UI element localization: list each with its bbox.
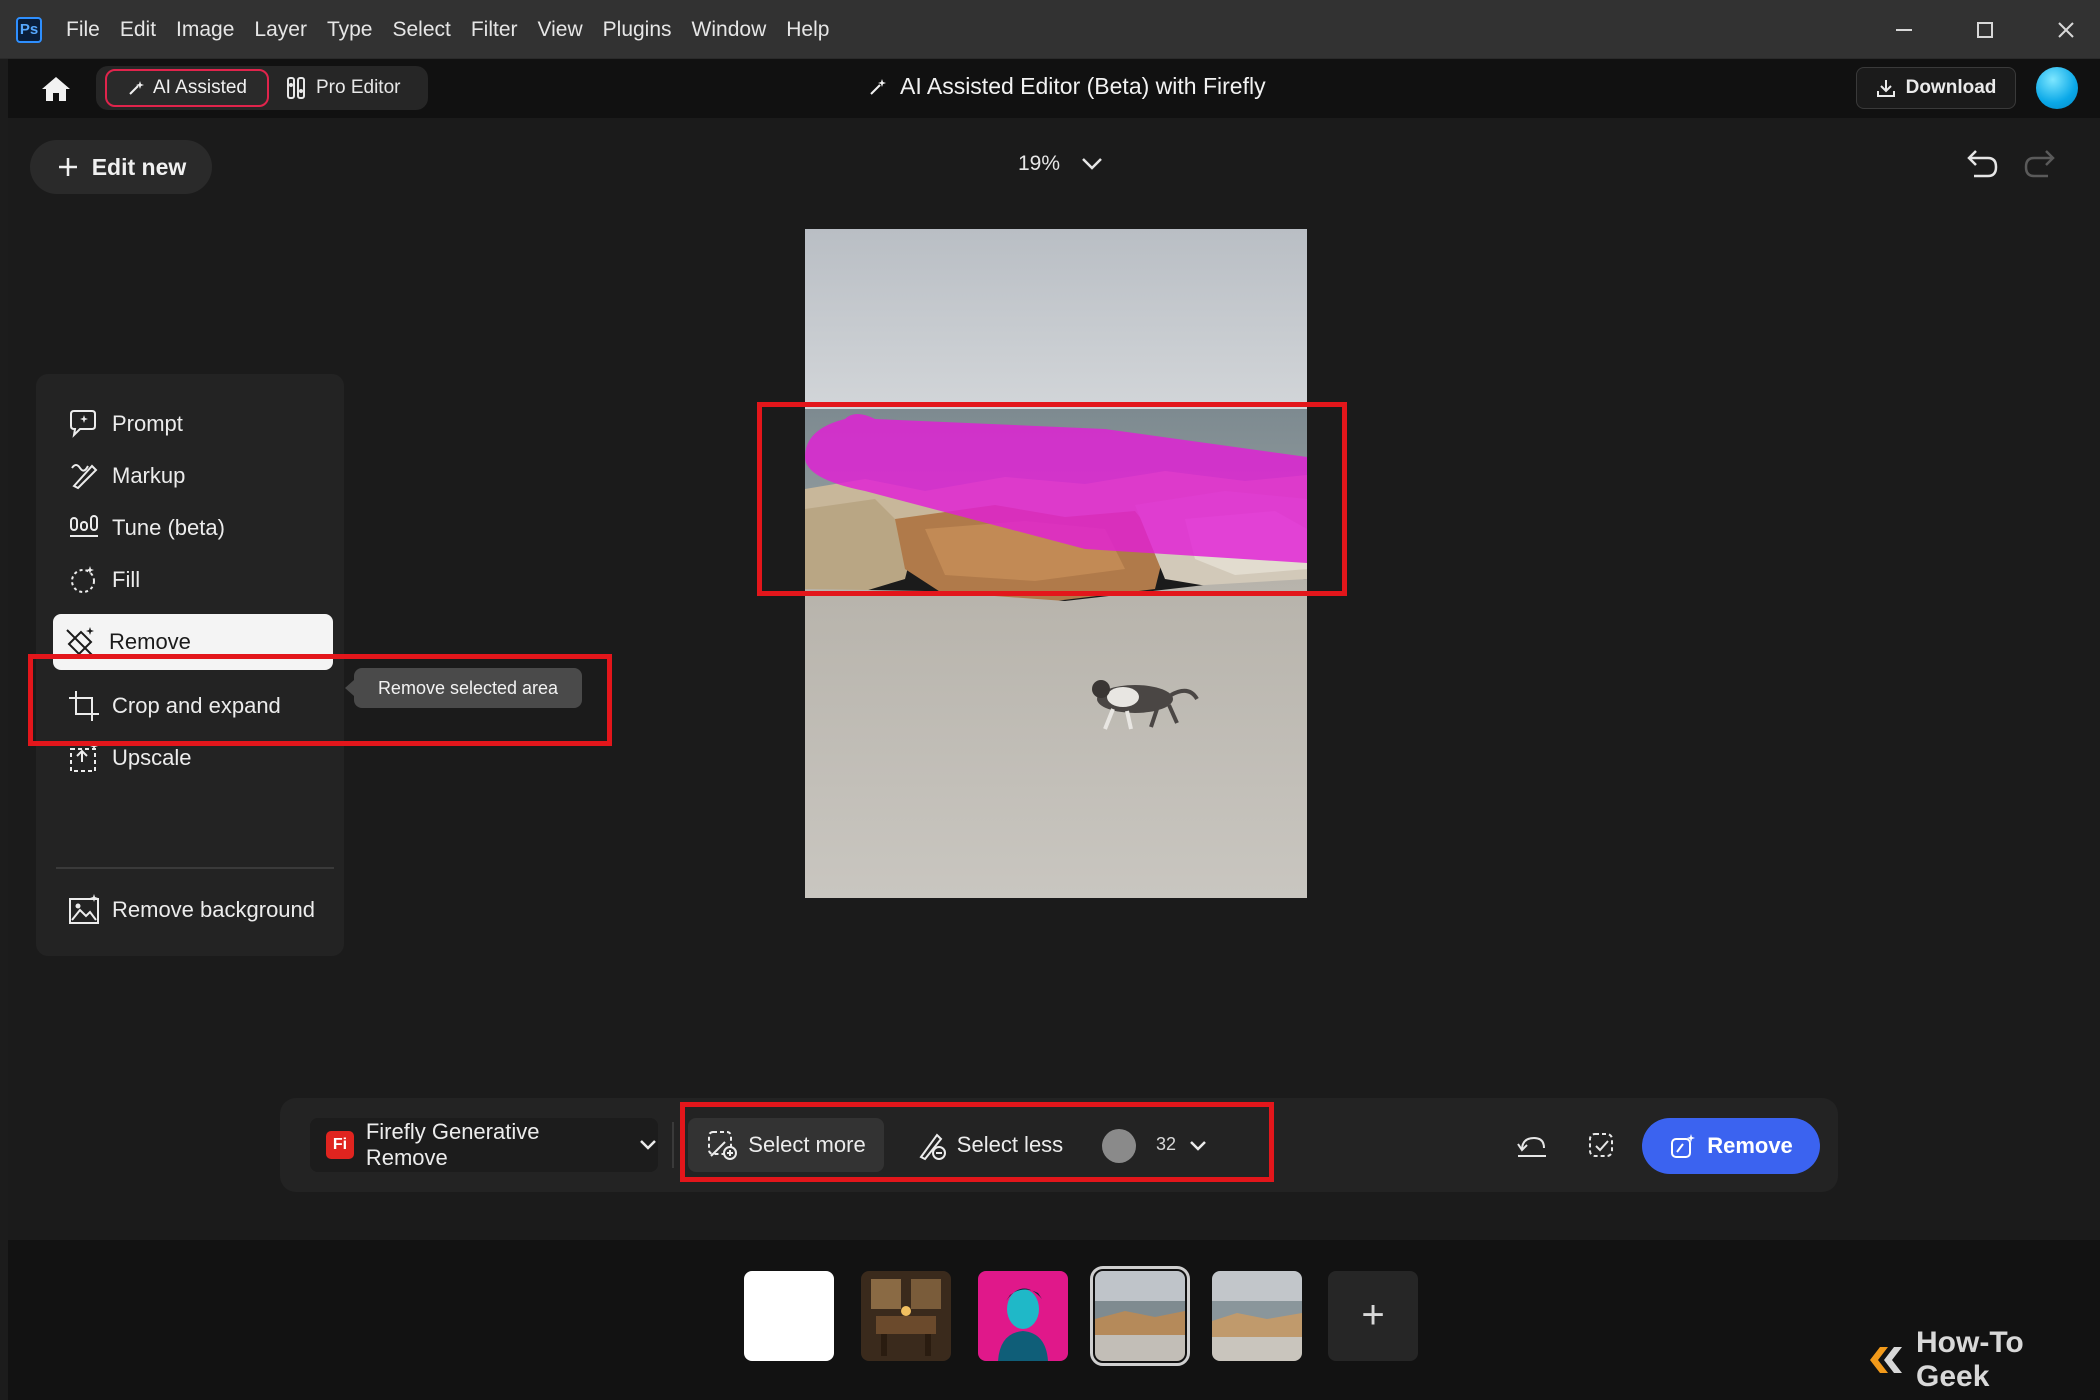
- download-label: Download: [1905, 77, 1997, 98]
- tool-tune[interactable]: Tune (beta): [56, 500, 334, 556]
- watermark: How-To Geek: [1866, 1326, 2100, 1394]
- avatar[interactable]: [2036, 67, 2078, 109]
- tool-label: Upscale: [112, 745, 192, 770]
- remove-background-icon: [66, 892, 102, 928]
- sparkle-icon: [868, 77, 888, 97]
- workspace: Edit new 19% Prompt Markup Tune (beta) F…: [8, 118, 2100, 1240]
- zoom-control[interactable]: 19%: [1018, 152, 1104, 176]
- model-dropdown[interactable]: Fi Firefly Generative Remove: [310, 1118, 658, 1172]
- edit-new-button[interactable]: Edit new: [30, 140, 212, 194]
- reset-selection-icon[interactable]: [1514, 1128, 1550, 1164]
- ai-assisted-tab[interactable]: AI Assisted: [105, 69, 269, 107]
- page-title: AI Assisted Editor (Beta) with Firefly: [868, 73, 1266, 100]
- markup-icon: [66, 458, 102, 494]
- prompt-icon: [66, 406, 102, 442]
- generate-icon: [1669, 1132, 1697, 1160]
- menu-select[interactable]: Select: [392, 18, 450, 42]
- panel-divider: [56, 867, 334, 869]
- remove-button-label: Remove: [1707, 1133, 1793, 1158]
- title-bar: Ps File Edit Image Layer Type Select Fil…: [0, 0, 2100, 59]
- maximize-icon[interactable]: [1965, 10, 2005, 50]
- thumbnail-dining-room[interactable]: [861, 1271, 951, 1361]
- app-header: AI Assisted Pro Editor AI Assisted Edito…: [8, 59, 2100, 118]
- pro-editor-label: Pro Editor: [316, 77, 401, 98]
- ai-assisted-label: AI Assisted: [153, 77, 247, 98]
- close-icon[interactable]: [2046, 10, 2086, 50]
- tool-label: Remove: [109, 629, 191, 654]
- tool-label: Tune (beta): [112, 515, 225, 540]
- menu-type[interactable]: Type: [327, 18, 373, 42]
- remove-button[interactable]: Remove: [1642, 1118, 1820, 1174]
- redo-icon[interactable]: [2022, 148, 2062, 184]
- menu-plugins[interactable]: Plugins: [603, 18, 672, 42]
- undo-icon[interactable]: [1960, 148, 2000, 184]
- zoom-level: 19%: [1018, 152, 1061, 175]
- watermark-text: How-To Geek: [1916, 1326, 2024, 1393]
- menu-file[interactable]: File: [66, 18, 100, 42]
- minimize-icon[interactable]: [1884, 10, 1924, 50]
- tool-label: Markup: [112, 463, 186, 488]
- menu-filter[interactable]: Filter: [471, 18, 518, 42]
- firefly-logo: Fi: [326, 1131, 354, 1159]
- home-icon[interactable]: [34, 73, 78, 105]
- filmstrip: + How-To Geek: [8, 1240, 2100, 1400]
- menu-bar: File Edit Image Layer Type Select Filter…: [66, 0, 849, 59]
- tool-fill[interactable]: Fill: [56, 552, 334, 608]
- model-label: Firefly Generative Remove: [365, 1119, 540, 1170]
- download-button[interactable]: Download: [1856, 67, 2016, 109]
- chevron-down-icon: [638, 1138, 658, 1152]
- thumbnail-beach[interactable]: [1212, 1271, 1302, 1361]
- chevron-down-icon: [1080, 156, 1104, 172]
- tool-label: Remove background: [112, 897, 316, 922]
- pro-editor-tab[interactable]: Pro Editor: [286, 69, 416, 107]
- highlight-frame-remove: [28, 654, 612, 746]
- fill-icon: [66, 562, 102, 598]
- tool-label: Prompt: [112, 411, 183, 436]
- highlight-frame-selection-tools: [680, 1102, 1274, 1182]
- menu-layer[interactable]: Layer: [254, 18, 307, 42]
- sliders-icon: [286, 76, 306, 100]
- thumbnail-blank[interactable]: [744, 1271, 834, 1361]
- menu-image[interactable]: Image: [176, 18, 234, 42]
- menu-help[interactable]: Help: [786, 18, 829, 42]
- tool-markup[interactable]: Markup: [56, 448, 334, 504]
- download-icon: [1876, 78, 1896, 98]
- tool-prompt[interactable]: Prompt: [56, 396, 334, 452]
- tool-label: Fill: [112, 567, 141, 592]
- tool-remove-background[interactable]: Remove background: [56, 882, 334, 938]
- menu-window[interactable]: Window: [692, 18, 767, 42]
- edit-new-label: Edit new: [91, 153, 187, 180]
- highlight-frame-mask: [757, 402, 1347, 596]
- plus-icon: [56, 155, 80, 179]
- invert-selection-icon[interactable]: [1584, 1128, 1620, 1164]
- watermark-logo-icon: [1866, 1343, 1906, 1377]
- mode-switch: AI Assisted Pro Editor: [96, 66, 428, 110]
- sparkle-icon: [127, 79, 145, 97]
- photoshop-logo: Ps: [16, 17, 42, 43]
- add-image-button[interactable]: +: [1328, 1271, 1418, 1361]
- toolbar-separator: [672, 1122, 674, 1168]
- title-text: AI Assisted Editor (Beta) with Firefly: [900, 73, 1266, 99]
- tune-icon: [66, 510, 102, 546]
- menu-edit[interactable]: Edit: [120, 18, 156, 42]
- thumbnail-beach-cat-selected[interactable]: [1090, 1266, 1190, 1366]
- menu-view[interactable]: View: [538, 18, 583, 42]
- thumbnail-portrait[interactable]: [978, 1271, 1068, 1361]
